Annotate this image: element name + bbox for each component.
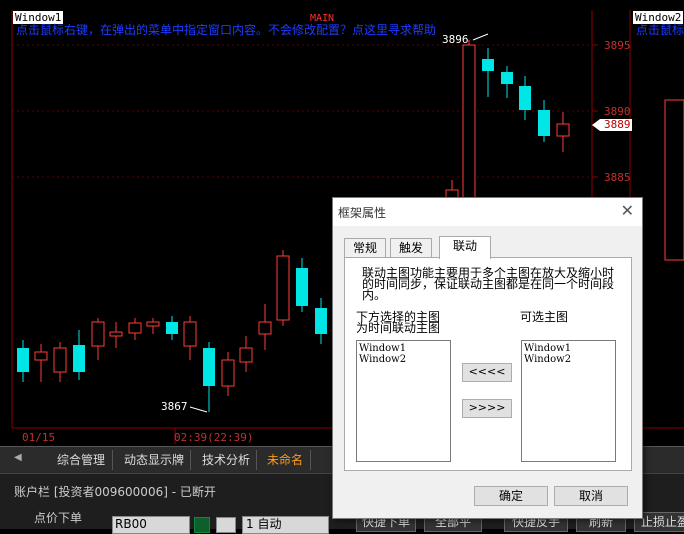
tab-overview[interactable]: 综合管理	[50, 450, 113, 470]
list-item[interactable]: Window2	[359, 354, 448, 365]
candle-body	[109, 331, 123, 337]
candle-body	[17, 348, 29, 372]
tab-technical-analysis[interactable]: 技术分析	[196, 450, 257, 470]
candle-body	[183, 321, 197, 347]
candle-body	[556, 123, 570, 137]
contract-input[interactable]: RB00	[112, 516, 190, 534]
move-left-button[interactable]: <<<<	[462, 363, 512, 382]
candle-body	[53, 347, 67, 373]
left-heading-2: 为时间联动主图	[356, 321, 441, 335]
candle-body	[166, 322, 178, 334]
candle-body	[91, 321, 105, 347]
frame-properties-dialog: 框架属性 ✕ 常规 触发 联动 联动主图功能主要用于多个主图在放大及缩小时 的时…	[332, 197, 643, 519]
price-label-3885: 3885	[604, 171, 631, 184]
tab-dynamic-board[interactable]: 动态显示牌	[118, 450, 191, 470]
tab-trigger[interactable]: 触发	[390, 238, 432, 258]
candle-body	[34, 351, 48, 361]
close-icon[interactable]: ✕	[621, 201, 634, 220]
tab-link[interactable]: 联动	[439, 236, 491, 259]
ok-button[interactable]: 确定	[474, 486, 548, 506]
cancel-button[interactable]: 取消	[554, 486, 628, 506]
right-window-candle	[664, 99, 684, 261]
candle-body	[203, 348, 215, 386]
candle-body	[258, 321, 272, 335]
available-windows-list[interactable]: Window1 Window2	[521, 340, 616, 462]
candle-body	[462, 44, 476, 211]
list-item[interactable]: Window2	[524, 354, 613, 365]
description-line-2: 的时间同步，保证联动主图都是在同一个时间段	[362, 277, 615, 291]
candle-body	[519, 86, 531, 110]
list-item[interactable]: Window1	[524, 343, 613, 354]
account-title: 账户栏 [投资者009600006] - 已断开	[14, 485, 216, 499]
candle-body	[482, 59, 494, 71]
candle-body	[315, 308, 327, 334]
high-annotation: 3896	[442, 33, 469, 46]
tab-unnamed[interactable]: 未命名	[260, 450, 311, 470]
candle-body	[73, 345, 85, 372]
order-label: 点价下单	[34, 511, 83, 525]
tab-general[interactable]: 常规	[344, 238, 386, 258]
candle-body	[128, 322, 142, 334]
current-price-label: 3889	[604, 118, 631, 131]
qty-select[interactable]: 1 自动	[242, 516, 329, 534]
help-hint-link[interactable]: 点击鼠标右键，在弹出的菜单中指定窗口内容。不会修改配置？点这里寻求帮助	[16, 23, 590, 37]
candle-body	[296, 268, 308, 306]
price-label-3895: 3895	[604, 39, 631, 52]
candle-body	[276, 255, 290, 321]
time-label-time: 02:39(22:39)	[174, 431, 254, 444]
right-heading: 可选主图	[520, 310, 569, 324]
candle-body	[221, 359, 235, 387]
price-label-3890: 3890	[604, 105, 631, 118]
description-line-3: 内。	[362, 288, 387, 302]
candle-body	[501, 72, 513, 84]
time-label-date: 01/15	[22, 431, 56, 444]
dialog-titlebar[interactable]: 框架属性 ✕	[333, 198, 642, 226]
candle-body	[239, 347, 253, 363]
candle-body	[538, 110, 550, 136]
list-item[interactable]: Window1	[359, 343, 448, 354]
candle-body	[146, 321, 160, 327]
linked-windows-list[interactable]: Window1 Window2	[356, 340, 451, 462]
help-hint-link-right[interactable]: 点击鼠标右	[636, 23, 684, 37]
scroll-left-icon[interactable]: ◀	[14, 452, 22, 463]
low-annotation: 3867	[161, 400, 188, 413]
dialog-title: 框架属性	[338, 206, 387, 220]
move-right-button[interactable]: >>>>	[462, 399, 512, 418]
qty-spin[interactable]	[216, 517, 236, 533]
low-leader	[189, 406, 208, 413]
lock-icon[interactable]	[194, 517, 210, 533]
link-tab-panel: 联动主图功能主要用于多个主图在放大及缩小时 的时间同步，保证联动主图都是在同一个…	[344, 257, 632, 471]
